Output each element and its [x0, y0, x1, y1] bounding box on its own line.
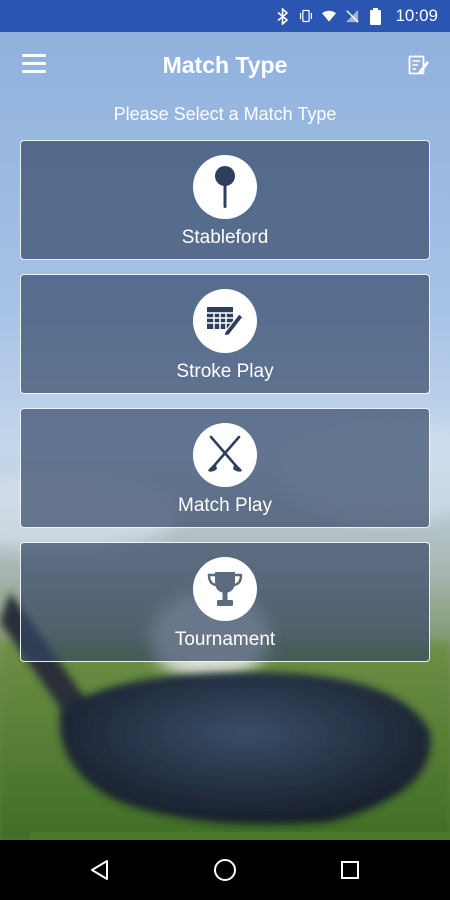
- match-type-label: Match Play: [178, 495, 272, 516]
- golf-tee-icon: [193, 155, 257, 219]
- app-header: Match Type: [0, 32, 450, 100]
- vibrate-icon: [299, 8, 313, 24]
- page-title: Match Type: [162, 52, 288, 78]
- match-type-stroke-play[interactable]: Stroke Play: [20, 274, 430, 394]
- bluetooth-icon: [276, 7, 290, 25]
- recents-button[interactable]: [334, 854, 366, 886]
- no-sim-icon: [345, 8, 360, 24]
- trophy-icon: [193, 557, 257, 621]
- back-icon: [91, 860, 108, 880]
- edit-button[interactable]: [408, 54, 432, 78]
- home-button[interactable]: [209, 854, 241, 886]
- match-type-screen: Match Type Please Select a Match Type St…: [0, 32, 450, 840]
- match-type-match-play[interactable]: Match Play: [20, 408, 430, 528]
- edit-note-icon: [408, 55, 429, 75]
- status-time: 10:09: [395, 6, 438, 25]
- back-button[interactable]: [84, 854, 116, 886]
- match-type-tournament[interactable]: Tournament: [20, 542, 430, 662]
- wifi-icon: [322, 8, 337, 24]
- match-type-stableford[interactable]: Stableford: [20, 140, 430, 260]
- instruction-text: Please Select a Match Type: [113, 104, 337, 124]
- status-bar: 10:09: [0, 0, 450, 32]
- crossed-clubs-icon: [193, 423, 257, 487]
- recents-icon: [341, 861, 359, 879]
- match-type-label: Stroke Play: [176, 361, 274, 382]
- match-type-label: Stableford: [181, 227, 269, 248]
- match-type-label: Tournament: [174, 629, 276, 650]
- home-icon: [214, 859, 236, 881]
- battery-icon: [368, 7, 382, 25]
- navigation-bar: [0, 840, 450, 900]
- scorecard-pencil-icon: [193, 289, 257, 353]
